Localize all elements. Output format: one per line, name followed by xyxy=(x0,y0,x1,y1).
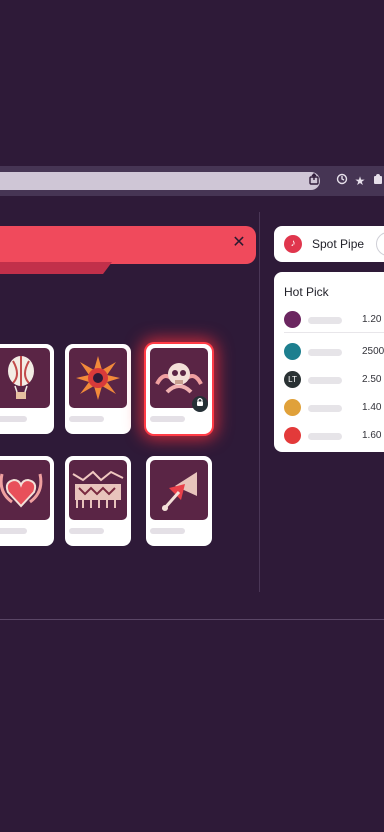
card-label-placeholder xyxy=(150,528,185,534)
row-label-placeholder xyxy=(308,349,342,356)
music-note-icon: ♪ xyxy=(284,235,302,253)
card-skull-badge-selected[interactable] xyxy=(146,344,212,434)
row-label-placeholder xyxy=(308,317,342,324)
address-bar[interactable] xyxy=(0,172,320,190)
brand-header[interactable]: ♪ Spot Pipe xyxy=(274,226,384,262)
extension-icon[interactable] xyxy=(334,173,350,189)
wolves-pack-icon xyxy=(69,460,127,520)
card-heart-emblem[interactable] xyxy=(0,456,54,546)
card-hot-air-balloon[interactable] xyxy=(0,344,54,434)
team-logo-icon: LT xyxy=(284,371,301,388)
row-label-placeholder xyxy=(308,405,342,412)
close-icon[interactable]: ✕ xyxy=(228,232,250,254)
hot-pick-row[interactable]: LT 2.50 xyxy=(274,366,384,394)
odds-value: 2.50 xyxy=(362,374,382,385)
team-logo-icon xyxy=(284,311,301,328)
app-screen: ★ ✕ ♪ Spot Pipe Hot Pick 1.20 2500 LT 2.… xyxy=(0,0,384,832)
starburst-icon xyxy=(69,348,127,408)
fan-pennant-icon xyxy=(150,460,208,520)
card-label-placeholder xyxy=(69,416,104,422)
search-banner[interactable] xyxy=(0,226,256,264)
card-label-placeholder xyxy=(0,528,27,534)
panel-divider xyxy=(259,212,260,592)
team-logo-icon xyxy=(284,399,301,416)
row-divider xyxy=(284,332,384,333)
heart-emblem-icon xyxy=(0,460,50,520)
hot-pick-row[interactable]: 1.20 xyxy=(274,306,384,334)
odds-value: 1.60 xyxy=(362,430,382,441)
puzzle-icon[interactable] xyxy=(370,173,384,189)
card-label-placeholder xyxy=(0,416,27,422)
team-logo-icon xyxy=(284,343,301,360)
section-divider xyxy=(0,619,384,620)
hot-pick-row[interactable]: 1.60 xyxy=(274,422,384,450)
card-wolves-pack[interactable] xyxy=(65,456,131,546)
hot-air-balloon-icon xyxy=(0,348,50,408)
banner-accent xyxy=(0,262,112,274)
row-label-placeholder xyxy=(308,433,342,440)
hot-pick-row[interactable]: 2500 xyxy=(274,338,384,366)
hot-pick-title: Hot Pick xyxy=(284,285,329,299)
card-label-placeholder xyxy=(69,528,104,534)
odds-value: 1.40 xyxy=(362,402,382,413)
team-logo-icon xyxy=(284,427,301,444)
hot-pick-panel: Hot Pick 1.20 2500 LT 2.50 1.40 1.60 xyxy=(274,272,384,452)
odds-value: 1.20 xyxy=(362,314,382,325)
bookmark-star-icon[interactable]: ★ xyxy=(352,173,368,189)
brand-name: Spot Pipe xyxy=(312,237,365,251)
browser-toolbar: ★ xyxy=(0,166,384,196)
card-starburst[interactable] xyxy=(65,344,131,434)
row-label-placeholder xyxy=(308,377,342,384)
card-label-placeholder xyxy=(150,416,185,422)
share-icon[interactable] xyxy=(306,173,322,189)
hot-pick-row[interactable]: 1.40 xyxy=(274,394,384,422)
brand-action-button[interactable] xyxy=(376,232,384,256)
odds-value: 2500 xyxy=(362,346,384,357)
lock-icon xyxy=(192,396,208,412)
card-fan-pennant[interactable] xyxy=(146,456,212,546)
